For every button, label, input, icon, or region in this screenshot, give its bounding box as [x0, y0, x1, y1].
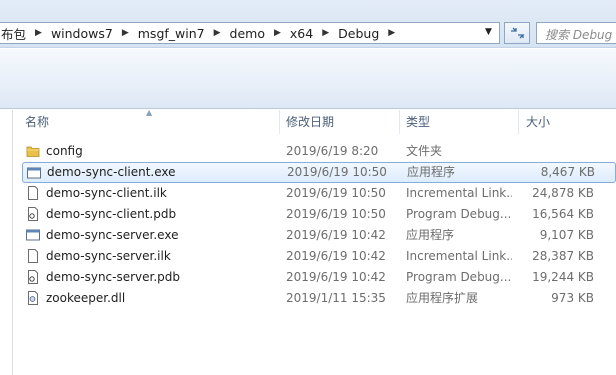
file-type: 文件夹	[406, 144, 443, 158]
folder-icon	[26, 146, 40, 157]
pdb-icon	[28, 270, 38, 284]
list-item[interactable]: demo-sync-server.pdb 2019/6/19 10:42 Pro…	[22, 267, 616, 288]
file-size: 8,467 KB	[540, 165, 595, 179]
list-item[interactable]: zookeeper.dll 2019/1/11 15:35 应用程序扩展 973…	[22, 288, 616, 309]
file-size	[512, 141, 594, 162]
column-header-name[interactable]: 名称	[25, 110, 49, 134]
history-dropdown-icon[interactable]: ▼	[485, 27, 492, 37]
dll-icon	[28, 291, 38, 305]
list-item[interactable]: demo-sync-client.exe 2019/6/19 10:50 应用程…	[22, 162, 616, 183]
file-date: 2019/6/19 10:42	[286, 228, 386, 242]
list-item[interactable]: demo-sync-client.ilk 2019/6/19 10:50 Inc…	[22, 183, 616, 204]
file-type: Program Debug...	[406, 207, 512, 221]
search-placeholder: 搜索 Debug	[545, 28, 613, 42]
refresh-button[interactable]	[504, 22, 530, 44]
list-item[interactable]: demo-sync-server.ilk 2019/6/19 10:42 Inc…	[22, 246, 616, 267]
breadcrumb-item-msgf-win7[interactable]: msgf_win7	[138, 26, 205, 41]
file-name: demo-sync-server.exe	[46, 228, 179, 242]
file-name: demo-sync-client.pdb	[46, 207, 177, 221]
file-type: 应用程序	[406, 228, 455, 242]
breadcrumb-item-debug[interactable]: Debug	[338, 26, 379, 41]
file-name: zookeeper.dll	[46, 291, 126, 305]
breadcrumb-item-windows7[interactable]: windows7	[51, 26, 113, 41]
refresh-icon	[511, 27, 525, 39]
pdb-icon	[28, 207, 38, 221]
navigation-pane-border	[12, 110, 13, 375]
chevron-right-icon[interactable]: ▶	[388, 28, 395, 38]
file-date: 2019/6/19 10:42	[286, 249, 386, 263]
file-icon	[28, 249, 38, 263]
sort-ascending-icon: ▲	[146, 108, 153, 117]
file-list: config 2019/6/19 8:20 文件夹 demo-sync-clie…	[22, 141, 616, 309]
file-type: Incremental Link...	[406, 186, 512, 200]
exe-icon	[27, 167, 41, 179]
file-date: 2019/6/19 10:50	[287, 165, 387, 179]
file-name: demo-sync-server.ilk	[46, 249, 171, 263]
file-date: 2019/6/19 10:42	[286, 270, 386, 284]
list-item[interactable]: demo-sync-server.exe 2019/6/19 10:42 应用程…	[22, 225, 616, 246]
file-size: 16,564 KB	[532, 207, 594, 221]
file-date: 2019/1/11 15:35	[286, 291, 386, 305]
list-item[interactable]: config 2019/6/19 8:20 文件夹	[22, 141, 616, 162]
file-date: 2019/6/19 10:50	[286, 186, 386, 200]
file-type: 应用程序	[407, 165, 456, 179]
column-divider[interactable]	[279, 110, 280, 134]
file-name: demo-sync-client.exe	[47, 165, 176, 179]
file-name: demo-sync-client.ilk	[46, 186, 167, 200]
file-name: demo-sync-server.pdb	[46, 270, 181, 284]
search-input[interactable]: 搜索 Debug	[536, 22, 616, 44]
file-date: 2019/6/19 10:50	[286, 207, 386, 221]
chevron-right-icon[interactable]: ▶	[122, 28, 129, 38]
address-bar-area: 布包 ▶ windows7 ▶ msgf_win7 ▶ demo ▶ x64 ▶…	[0, 0, 616, 48]
column-header-size[interactable]: 大小	[526, 110, 550, 134]
column-header-date[interactable]: 修改日期	[286, 110, 334, 134]
chevron-right-icon[interactable]: ▶	[35, 28, 42, 38]
file-date: 2019/6/19 8:20	[286, 144, 379, 158]
file-size: 24,878 KB	[532, 186, 594, 200]
column-header-type[interactable]: 类型	[406, 110, 430, 134]
file-size: 28,387 KB	[532, 249, 594, 263]
exe-icon	[26, 229, 40, 241]
list-item[interactable]: demo-sync-client.pdb 2019/6/19 10:50 Pro…	[22, 204, 616, 225]
breadcrumb-item-x64[interactable]: x64	[290, 26, 313, 41]
address-bar[interactable]: 布包 ▶ windows7 ▶ msgf_win7 ▶ demo ▶ x64 ▶…	[0, 22, 500, 44]
file-type: Program Debug...	[406, 270, 512, 284]
file-size: 9,107 KB	[539, 228, 594, 242]
chevron-right-icon[interactable]: ▶	[274, 28, 281, 38]
chevron-right-icon[interactable]: ▶	[322, 28, 329, 38]
file-icon	[28, 186, 38, 200]
toolbar	[0, 49, 616, 109]
column-header-row: ▲ 名称 修改日期 类型 大小	[0, 108, 616, 134]
file-name: config	[46, 144, 83, 158]
file-size: 973 KB	[551, 291, 594, 305]
breadcrumb: 布包 ▶ windows7 ▶ msgf_win7 ▶ demo ▶ x64 ▶…	[1, 23, 404, 43]
breadcrumb-item-parent[interactable]: 布包	[1, 24, 26, 43]
file-type: 应用程序扩展	[406, 291, 479, 305]
file-type: Incremental Link...	[406, 249, 512, 263]
chevron-right-icon[interactable]: ▶	[214, 28, 221, 38]
breadcrumb-item-demo[interactable]: demo	[230, 26, 265, 41]
column-divider[interactable]	[518, 110, 519, 134]
file-size: 19,244 KB	[532, 270, 594, 284]
column-divider[interactable]	[399, 110, 400, 134]
